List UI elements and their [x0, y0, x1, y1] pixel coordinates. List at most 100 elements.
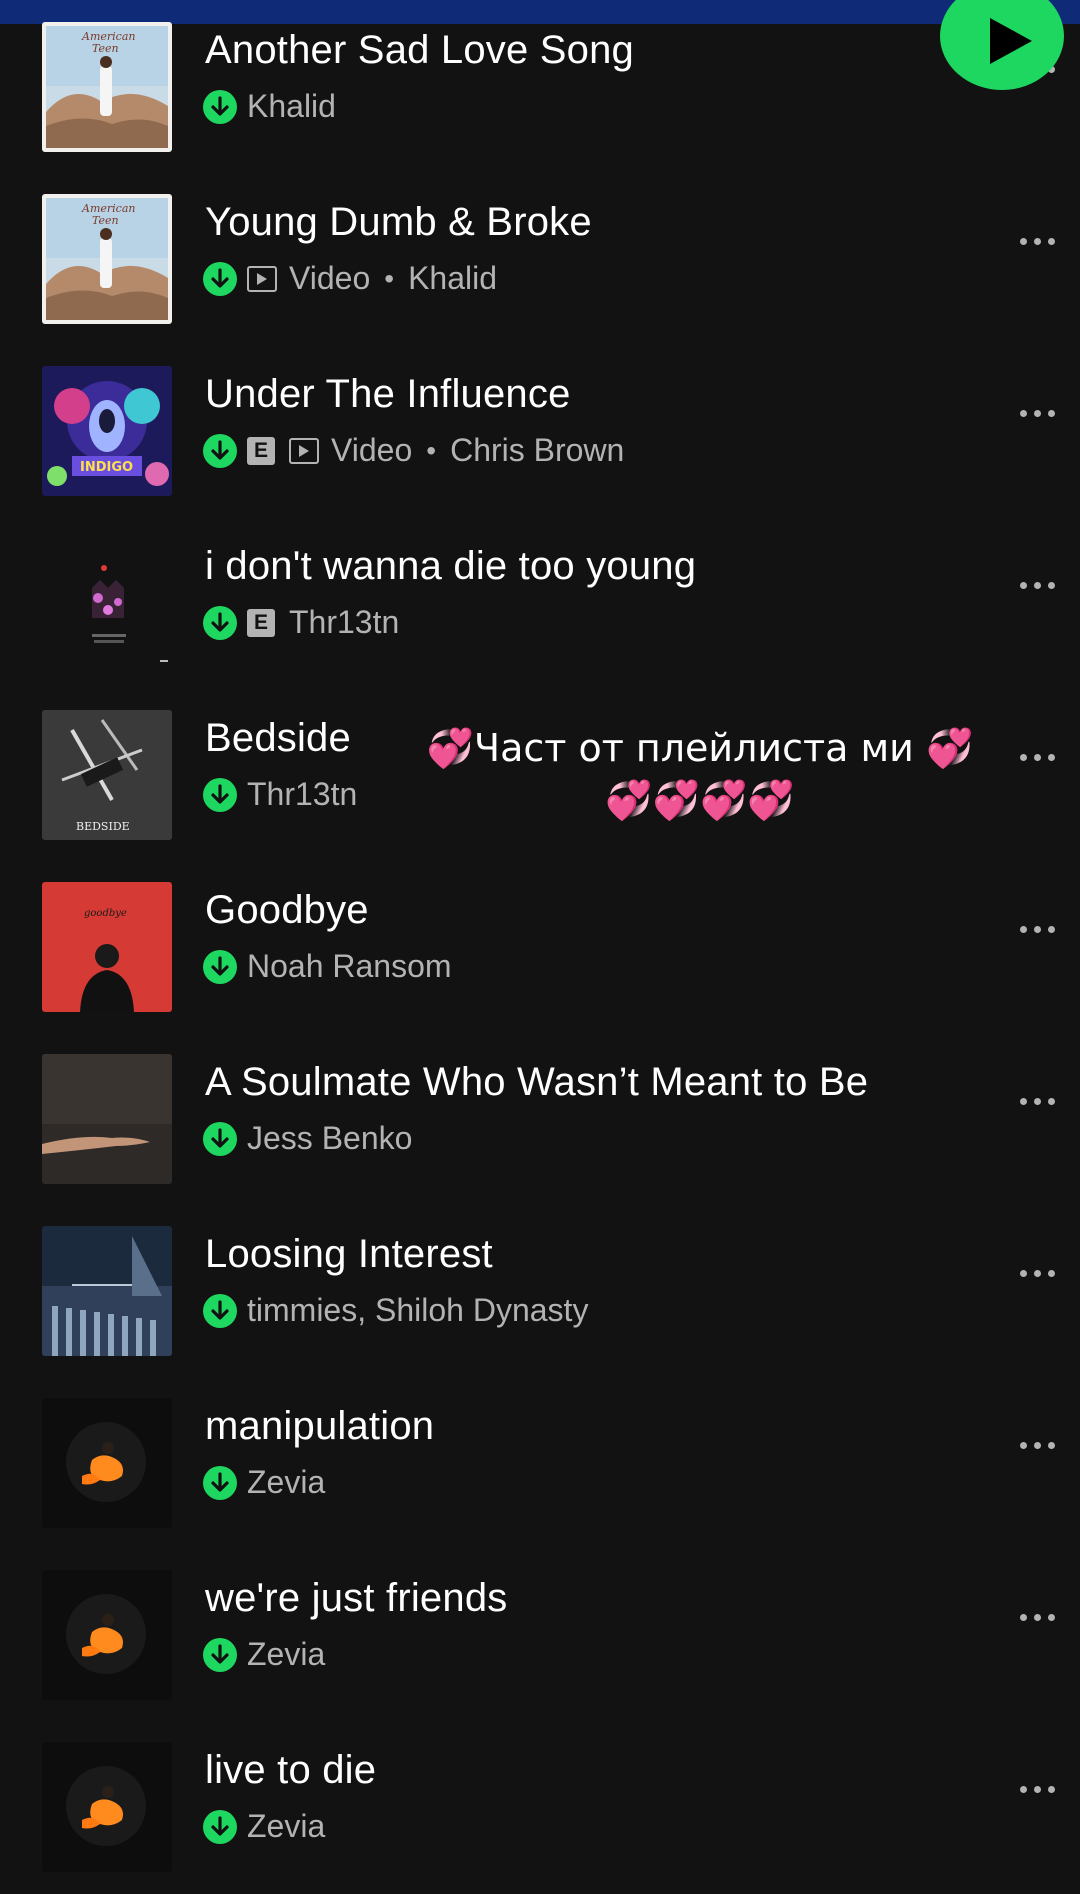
album-cover: INDIGO [42, 366, 172, 496]
track-meta: Noah Ransom [203, 948, 452, 985]
track-title[interactable]: Bedside [205, 716, 351, 761]
album-cover [42, 1054, 172, 1184]
top-bar [0, 0, 1080, 24]
video-play-glyph [257, 272, 267, 285]
downloaded-icon [203, 1637, 237, 1672]
track-artist[interactable]: timmies, Shiloh Dynasty [247, 1292, 588, 1329]
track-meta: Zevia [203, 1636, 325, 1673]
track-title[interactable]: live to die [205, 1748, 376, 1793]
track-row[interactable]: we're just friends Zevia [0, 1570, 1080, 1720]
track-meta: Thr13tn [203, 776, 357, 813]
track-row[interactable]: manipulation Zevia [0, 1398, 1080, 1548]
album-cover-art: INDIGO [42, 366, 172, 496]
download-arrow-icon [211, 611, 229, 632]
track-title[interactable]: Under The Influence [205, 372, 571, 417]
track-title[interactable]: Goodbye [205, 888, 369, 933]
track-artist[interactable]: Noah Ransom [247, 948, 452, 985]
album-cover-art: AmericanTeen [42, 194, 172, 324]
more-options-icon[interactable] [1020, 754, 1055, 761]
track-meta: Video • Khalid [203, 260, 497, 297]
track-title[interactable]: Young Dumb & Broke [205, 200, 592, 245]
downloaded-icon [203, 1293, 237, 1328]
track-row[interactable]: INDIGO Under The Influence E Video • Chris Br… [0, 366, 1080, 516]
download-arrow-icon [211, 1643, 229, 1664]
track-meta: Jess Benko [203, 1120, 412, 1157]
downloaded-icon [203, 949, 237, 984]
album-cover-art [42, 538, 172, 668]
track-artist[interactable]: Thr13tn [247, 776, 357, 813]
album-cover-art [42, 1054, 172, 1184]
album-cover [42, 538, 172, 668]
track-row[interactable]: Loosing Interest timmies, Shiloh Dynasty [0, 1226, 1080, 1376]
play-icon [990, 18, 1032, 64]
track-title[interactable]: Loosing Interest [205, 1232, 493, 1277]
more-options-icon[interactable] [1020, 926, 1055, 933]
downloaded-icon [203, 89, 237, 124]
track-title[interactable]: A Soulmate Who Wasn’t Meant to Be [205, 1060, 868, 1105]
svg-text:Teen: Teen [92, 42, 119, 55]
track-row[interactable]: American Teen Another Sad Love Song Khalid [0, 22, 1080, 172]
album-cover-art [42, 1742, 172, 1872]
track-title[interactable]: we're just friends [205, 1576, 507, 1621]
track-artist[interactable]: Thr13tn [289, 604, 399, 641]
separator-dot: • [384, 262, 395, 294]
track-title[interactable]: i don't wanna die too young [205, 544, 696, 589]
overlay-hearts: 💞💞💞💞 [605, 778, 795, 822]
more-options-icon[interactable] [1020, 582, 1055, 589]
video-play-glyph [299, 444, 309, 457]
album-cover [42, 1398, 172, 1528]
album-cover-art: BEDSIDE [42, 710, 172, 840]
track-row[interactable]: goodbye Goodbye Noah Ransom [0, 882, 1080, 1032]
download-arrow-icon [211, 1299, 229, 1320]
download-arrow-icon [211, 439, 229, 460]
download-arrow-icon [211, 267, 229, 288]
downloaded-icon [203, 605, 237, 640]
more-options-icon[interactable] [1020, 1270, 1055, 1277]
track-artist[interactable]: Khalid [247, 88, 336, 125]
track-title[interactable]: manipulation [205, 1404, 434, 1449]
heart-emoji-right: 💞 [925, 726, 974, 770]
track-row[interactable]: live to die Zevia [0, 1742, 1080, 1892]
track-artist[interactable]: Chris Brown [450, 432, 624, 469]
track-title[interactable]: Another Sad Love Song [205, 28, 634, 73]
track-artist[interactable]: Zevia [247, 1464, 325, 1501]
track-meta: E Thr13tn [203, 604, 399, 641]
downloaded-icon [203, 433, 237, 468]
album-cover-art [42, 1570, 172, 1700]
album-cover-art: AmericanTeen [42, 22, 172, 152]
video-icon [289, 437, 319, 464]
video-label: Video [331, 432, 413, 468]
more-options-icon[interactable] [1020, 1442, 1055, 1449]
downloaded-icon [203, 1465, 237, 1500]
track-artist[interactable]: Khalid [408, 260, 497, 297]
playlist-screen: American Teen Another Sad Love Song Khalid A… [0, 0, 1080, 1894]
download-arrow-icon [211, 95, 229, 116]
download-arrow-icon [211, 955, 229, 976]
track-row[interactable]: A Soulmate Who Wasn’t Meant to Be Jess Be… [0, 1054, 1080, 1204]
overlay-text: Част от плейлиста ми [474, 726, 914, 770]
svg-text:BEDSIDE: BEDSIDE [76, 820, 130, 833]
track-artist[interactable]: Jess Benko [247, 1120, 412, 1157]
more-options-icon[interactable] [1020, 238, 1055, 245]
heart-emoji-left: 💞 [426, 726, 475, 770]
downloaded-icon [203, 1121, 237, 1156]
more-options-icon[interactable] [1020, 410, 1055, 417]
more-options-icon[interactable] [1020, 1098, 1055, 1105]
track-meta: timmies, Shiloh Dynasty [203, 1292, 588, 1329]
video-label: Video [289, 260, 371, 296]
more-options-icon[interactable] [1020, 1786, 1055, 1793]
album-cover [42, 1742, 172, 1872]
track-row[interactable]: i don't wanna die too young E Thr13tn [0, 538, 1080, 688]
album-cover: goodbye [42, 882, 172, 1012]
track-artist[interactable]: Zevia [247, 1808, 325, 1845]
track-artist[interactable]: Zevia [247, 1636, 325, 1673]
explicit-badge: E [247, 436, 275, 465]
separator-dot: • [426, 434, 437, 466]
track-row[interactable]: American Teen Young Dumb & Broke Video • Khal… [0, 194, 1080, 344]
download-arrow-icon [211, 783, 229, 804]
video-icon [247, 265, 277, 292]
track-meta: Zevia [203, 1808, 325, 1845]
album-cover-art [42, 1226, 172, 1356]
album-cover-art: goodbye [42, 882, 172, 1012]
more-options-icon[interactable] [1020, 1614, 1055, 1621]
